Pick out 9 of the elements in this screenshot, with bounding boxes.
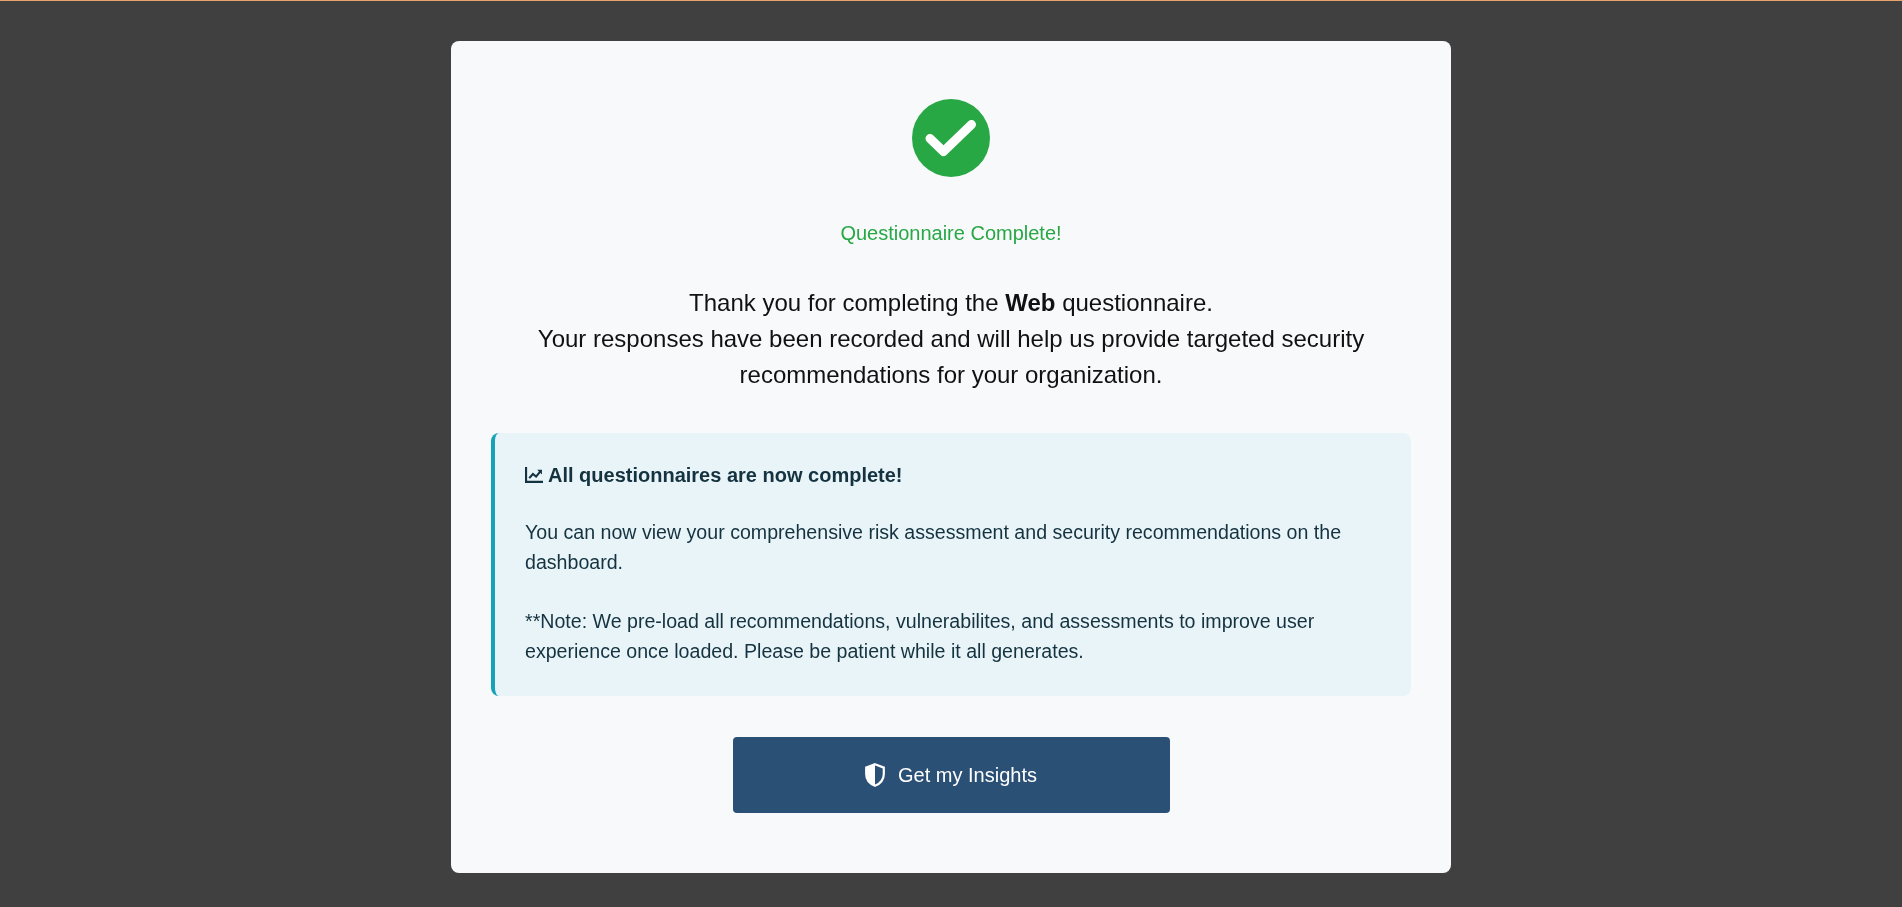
chart-line-icon xyxy=(525,467,543,483)
info-text: You can now view your comprehensive risk assessment and security recommendations on the dashboard. xyxy=(525,520,1343,575)
completion-title: Questionnaire Complete! xyxy=(839,221,1063,245)
shield-icon xyxy=(865,763,886,787)
completion-message: Thank you for completing the Web questionnaire. Your responses have been recorded and will help us provide targeted security recommendations for your organization. xyxy=(536,288,1366,390)
info-title: All questionnaires are now complete! xyxy=(548,463,903,487)
check-circle-icon xyxy=(912,99,990,177)
info-text: **Note: We pre-load all recommendations, vulnerabilites, and assessments to improve user experience once loaded. Please be patient while it all generates. xyxy=(525,609,1316,664)
insights-button[interactable]: Get my Insights xyxy=(732,737,1170,813)
